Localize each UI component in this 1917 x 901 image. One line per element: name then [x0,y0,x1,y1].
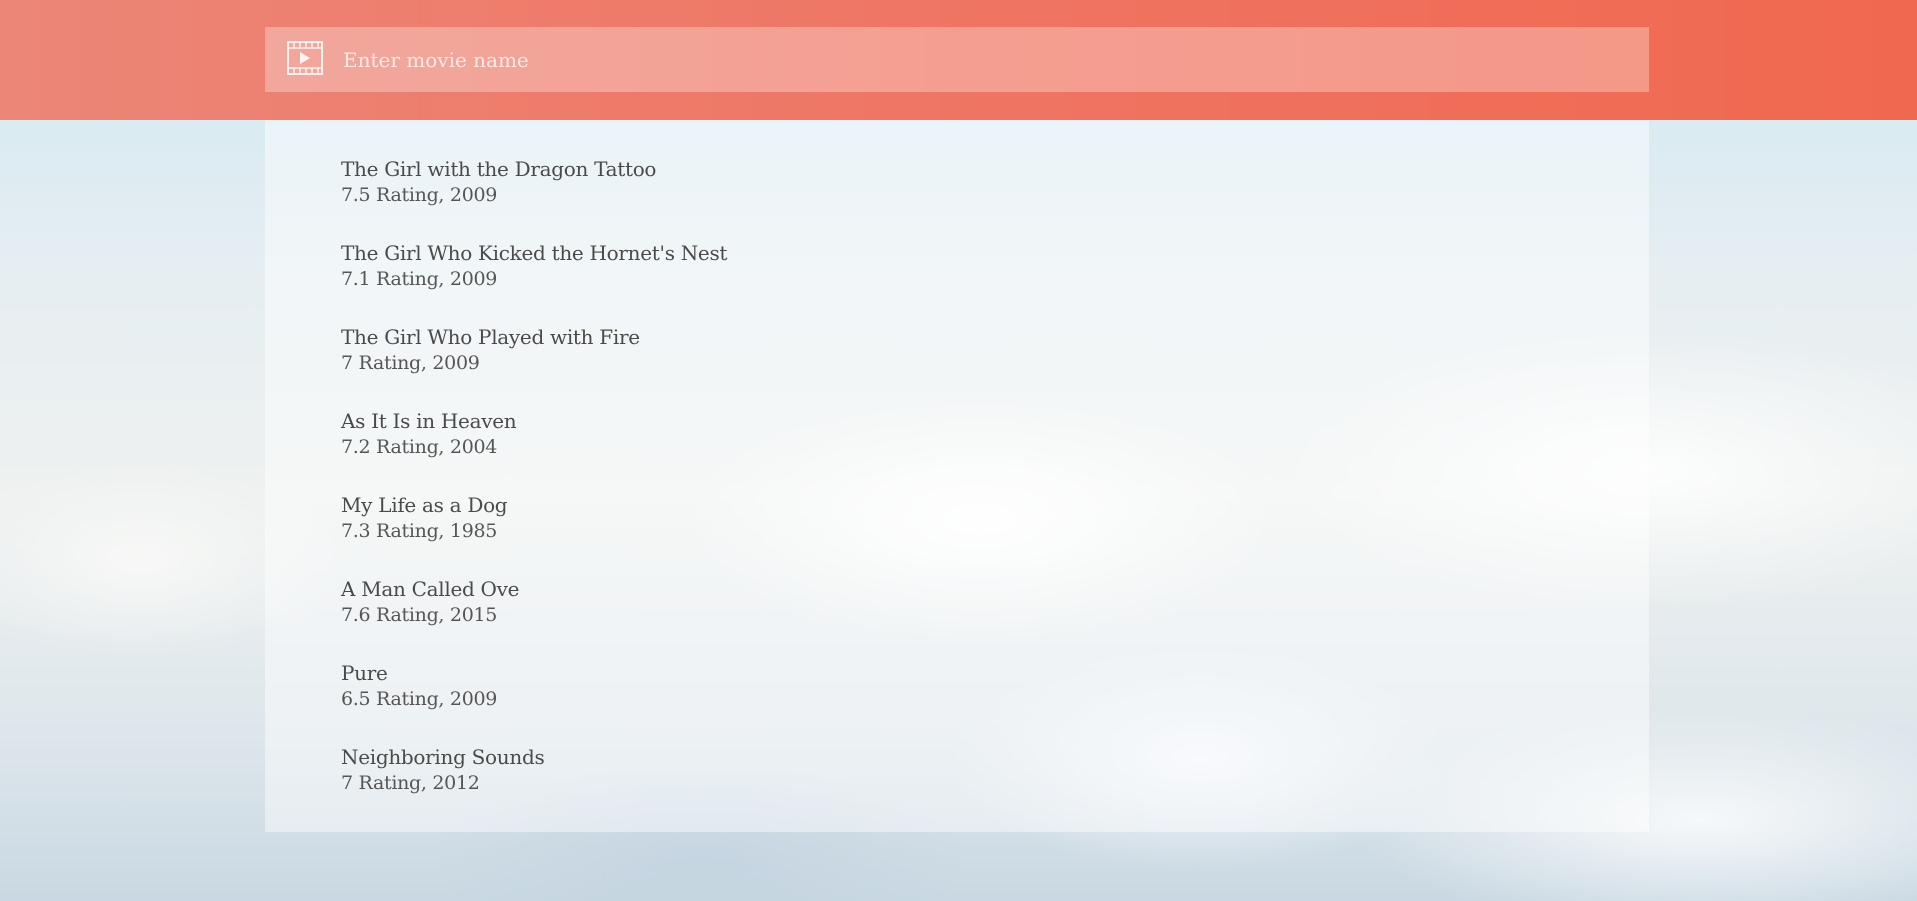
movie-title: My Life as a Dog [341,493,508,517]
movie-rating-year: 7 Rating, 2012 [341,772,480,794]
movie-item[interactable]: The Girl with the Dragon Tattoo 7.5 Rati… [341,156,727,240]
movie-title: The Girl Who Played with Fire [341,325,640,349]
movie-item[interactable]: My Life as a Dog 7.3 Rating, 1985 [341,492,727,576]
header-bar [0,0,1917,120]
search-bar[interactable] [265,27,1649,92]
film-play-icon [287,41,323,75]
movie-item[interactable]: Neighboring Sounds 7 Rating, 2012 [341,744,727,828]
movie-title: The Girl with the Dragon Tattoo [341,157,657,181]
movie-rating-year: 7 Rating, 2009 [341,352,480,374]
results-panel: The Girl with the Dragon Tattoo 7.5 Rati… [265,120,1649,832]
movie-item[interactable]: The Girl Who Played with Fire 7 Rating, … [341,324,727,408]
movie-item[interactable]: As It Is in Heaven 7.2 Rating, 2004 [341,408,727,492]
movie-results-list: The Girl with the Dragon Tattoo 7.5 Rati… [341,156,727,828]
movie-rating-year: 7.1 Rating, 2009 [341,268,498,290]
movie-rating-year: 7.6 Rating, 2015 [341,604,498,626]
movie-title: Neighboring Sounds [341,745,545,769]
movie-title: The Girl Who Kicked the Hornet's Nest [341,241,728,265]
movie-item[interactable]: The Girl Who Kicked the Hornet's Nest 7.… [341,240,727,324]
movie-rating-year: 7.5 Rating, 2009 [341,184,498,206]
movie-title: As It Is in Heaven [341,409,517,433]
movie-rating-year: 7.3 Rating, 1985 [341,520,498,542]
movie-rating-year: 6.5 Rating, 2009 [341,688,498,710]
movie-item[interactable]: A Man Called Ove 7.6 Rating, 2015 [341,576,727,660]
movie-title: A Man Called Ove [341,577,520,601]
search-input[interactable] [343,27,1623,92]
movie-item[interactable]: Pure 6.5 Rating, 2009 [341,660,727,744]
movie-rating-year: 7.2 Rating, 2004 [341,436,498,458]
movie-title: Pure [341,661,388,685]
